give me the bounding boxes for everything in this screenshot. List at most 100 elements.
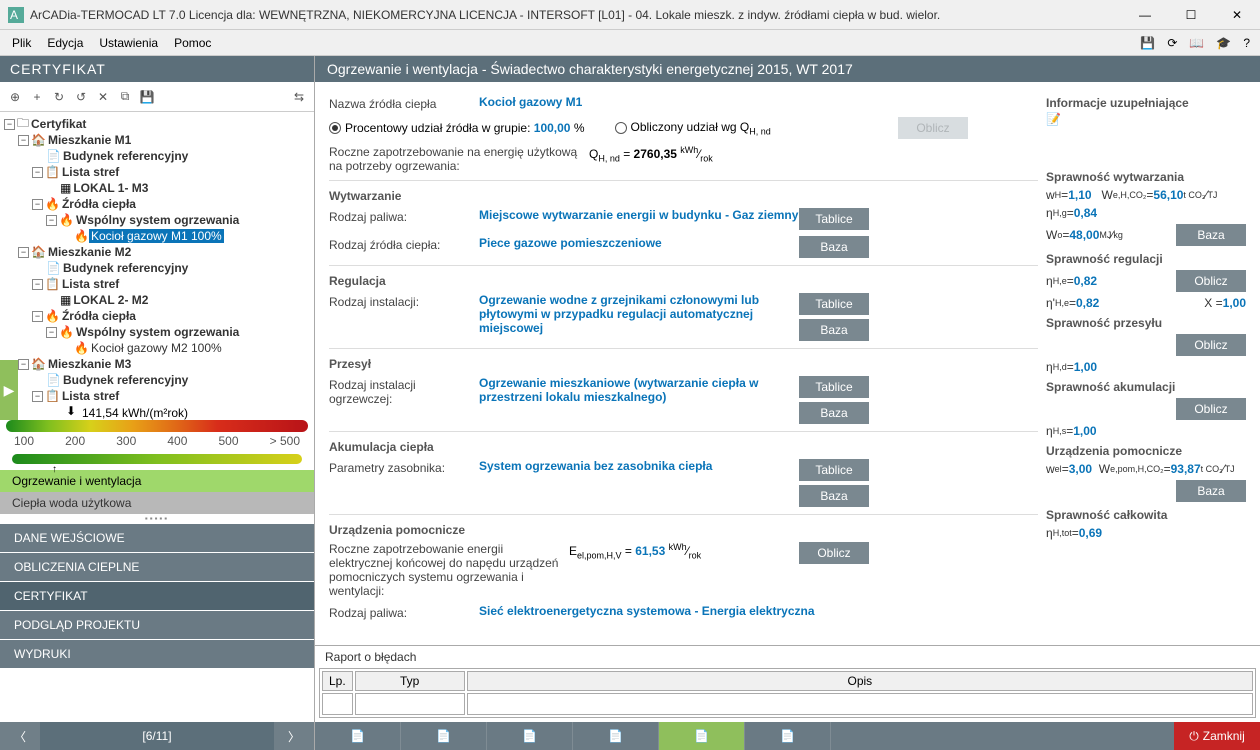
col-typ[interactable]: Typ: [355, 671, 465, 691]
oblicz-side-3[interactable]: Oblicz: [1176, 398, 1246, 420]
col-opis[interactable]: Opis: [467, 671, 1253, 691]
tablice-button-1[interactable]: Tablice: [799, 208, 869, 230]
tree-budref3[interactable]: Budynek referencyjny: [61, 373, 190, 387]
lbl-instog: Rodzaj instalacji ogrzewczej:: [329, 376, 479, 406]
tree-wsp1[interactable]: Wspólny system ogrzewania: [74, 213, 241, 227]
gauge-value: 141,54 kWh/(m²rok): [82, 406, 188, 420]
tree-root[interactable]: Certyfikat: [29, 117, 88, 131]
tree-lista2[interactable]: Lista stref: [60, 277, 121, 291]
sync-icon[interactable]: ⇆: [290, 88, 308, 106]
tree-m2[interactable]: Mieszkanie M2: [46, 245, 133, 259]
menu-bar: Plik Edycja Ustawienia Pomoc 💾 ⟳ 📖 🎓 ?: [0, 30, 1260, 56]
bstrip-5[interactable]: 📄: [659, 722, 745, 750]
tree-lista3[interactable]: Lista stref: [60, 389, 121, 402]
tree-wsp2[interactable]: Wspólny system ogrzewania: [74, 325, 241, 339]
grip-icon[interactable]: ▪▪▪▪▪: [0, 514, 314, 523]
pager-next[interactable]: 〉: [274, 722, 314, 750]
val-percent[interactable]: 100,00: [534, 121, 571, 135]
tree-budref1[interactable]: Budynek referencyjny: [61, 149, 190, 163]
val-rzc[interactable]: Piece gazowe pomieszczeniowe: [479, 236, 799, 250]
tree-lokal1[interactable]: LOKAL 1- M3: [71, 181, 150, 195]
baza-button-1[interactable]: Baza: [799, 236, 869, 258]
bstrip-1[interactable]: 📄: [315, 722, 401, 750]
tree-zrodla1[interactable]: Źródła ciepła: [60, 197, 138, 211]
close-button[interactable]: ⏻ Zamknij: [1174, 722, 1260, 750]
val-nhe: ηH,e = 0,82Oblicz: [1046, 268, 1246, 294]
sec-prz: Przesył: [329, 348, 1038, 373]
tree-kociol2[interactable]: Kocioł gazowy M2 100%: [89, 341, 224, 355]
save-icon[interactable]: 💾: [1140, 36, 1155, 50]
rotate-icon[interactable]: ↻: [50, 88, 68, 106]
baza-side-1[interactable]: Baza: [1176, 224, 1246, 246]
oblicz-button-urz[interactable]: Oblicz: [799, 542, 869, 564]
row-baza-side: Baza: [1046, 478, 1246, 504]
oblicz-side-1[interactable]: Oblicz: [1176, 270, 1246, 292]
lbl-paliwo2: Rodzaj paliwa:: [329, 604, 479, 620]
val-paliwo[interactable]: Miejscowe wytwarzanie energii w budynku …: [479, 208, 799, 222]
sel-heating[interactable]: Ogrzewanie i wentylacja: [0, 470, 314, 492]
tablice-button-4[interactable]: Tablice: [799, 459, 869, 481]
oblicz-side-2[interactable]: Oblicz: [1176, 334, 1246, 356]
baza-button-2[interactable]: Baza: [799, 319, 869, 341]
refresh-icon[interactable]: ⟳: [1167, 36, 1177, 50]
tree-kociol1[interactable]: Kocioł gazowy M1 100%: [89, 229, 224, 243]
nav-cert[interactable]: CERTYFIKAT: [0, 582, 314, 610]
side-prz: Sprawność przesyłu: [1046, 312, 1246, 332]
rotate2-icon[interactable]: ↺: [72, 88, 90, 106]
bottom-strip: 📄 📄 📄 📄 📄 📄 ⏻ Zamknij: [315, 722, 1260, 750]
project-tree[interactable]: −🗀 Certyfikat −🏠 Mieszkanie M1 📄 Budynek…: [0, 112, 314, 402]
nav-podglad[interactable]: PODGLĄD PROJEKTU: [0, 611, 314, 639]
delete-icon[interactable]: ✕: [94, 88, 112, 106]
tree-zrodla2[interactable]: Źródła ciepła: [60, 309, 138, 323]
baza-button-3[interactable]: Baza: [799, 402, 869, 424]
val-nazwa[interactable]: Kocioł gazowy M1: [479, 95, 1038, 109]
bstrip-6[interactable]: 📄: [745, 722, 831, 750]
cert-header: CERTYFIKAT: [0, 56, 314, 82]
col-lp[interactable]: Lp.: [322, 671, 353, 691]
menu-file[interactable]: Plik: [12, 36, 31, 50]
save2-icon[interactable]: 💾: [138, 88, 156, 106]
nav-oblicz[interactable]: OBLICZENIA CIEPLNE: [0, 553, 314, 581]
tree-m3[interactable]: Mieszkanie M3: [46, 357, 133, 371]
tablice-button-2[interactable]: Tablice: [799, 293, 869, 315]
tree-lokal2[interactable]: LOKAL 2- M2: [71, 293, 150, 307]
tree-budref2[interactable]: Budynek referencyjny: [61, 261, 190, 275]
graduate-icon[interactable]: 🎓: [1216, 36, 1231, 50]
copy-icon[interactable]: ⧉: [116, 88, 134, 106]
nav-wydruki[interactable]: WYDRUKI: [0, 640, 314, 668]
note-icon[interactable]: 📝: [1046, 112, 1246, 126]
baza-button-4[interactable]: Baza: [799, 485, 869, 507]
book-icon[interactable]: 📖: [1189, 36, 1204, 50]
maximize-button[interactable]: ☐: [1168, 0, 1214, 30]
menu-settings[interactable]: Ustawienia: [99, 36, 158, 50]
val-paliwo2[interactable]: Sieć elektroenergetyczna systemowa - Ene…: [479, 604, 1038, 618]
expand-arrow-icon[interactable]: ▶: [0, 360, 18, 420]
menu-help[interactable]: Pomoc: [174, 36, 211, 50]
val-wh: wH = 1,10 We,H,CO₂= 56,10 t CO₂⁄TJ: [1046, 186, 1246, 204]
lbl-urz: Roczne zapotrzebowanie energii elektrycz…: [329, 542, 569, 598]
tablice-button-3[interactable]: Tablice: [799, 376, 869, 398]
radio-computed[interactable]: [615, 122, 627, 134]
side-urzpom: Urządzenia pomocnicze: [1046, 440, 1246, 460]
bstrip-3[interactable]: 📄: [487, 722, 573, 750]
val-instog[interactable]: Ogrzewanie mieszkaniowe (wytwarzanie cie…: [479, 376, 799, 404]
pager-prev[interactable]: 〈: [0, 722, 40, 750]
add-icon[interactable]: ⊕: [6, 88, 24, 106]
bstrip-2[interactable]: 📄: [401, 722, 487, 750]
plus-icon[interactable]: +: [28, 88, 46, 106]
bstrip-4[interactable]: 📄: [573, 722, 659, 750]
help-icon[interactable]: ?: [1243, 36, 1250, 50]
select-list: Ogrzewanie i wentylacja Ciepła woda użyt…: [0, 470, 314, 514]
report-table[interactable]: Lp.TypOpis: [319, 668, 1256, 718]
tree-lista1[interactable]: Lista stref: [60, 165, 121, 179]
close-window-button[interactable]: ✕: [1214, 0, 1260, 30]
baza-side-2[interactable]: Baza: [1176, 480, 1246, 502]
sel-hotwater[interactable]: Ciepła woda użytkowa: [0, 492, 314, 514]
tree-m1[interactable]: Mieszkanie M1: [46, 133, 133, 147]
nav-dane[interactable]: DANE WEJŚCIOWE: [0, 524, 314, 552]
val-param[interactable]: System ogrzewania bez zasobnika ciepła: [479, 459, 799, 473]
minimize-button[interactable]: —: [1122, 0, 1168, 30]
radio-percent[interactable]: [329, 122, 341, 134]
val-inst[interactable]: Ogrzewanie wodne z grzejnikami członowym…: [479, 293, 799, 335]
menu-edit[interactable]: Edycja: [47, 36, 83, 50]
